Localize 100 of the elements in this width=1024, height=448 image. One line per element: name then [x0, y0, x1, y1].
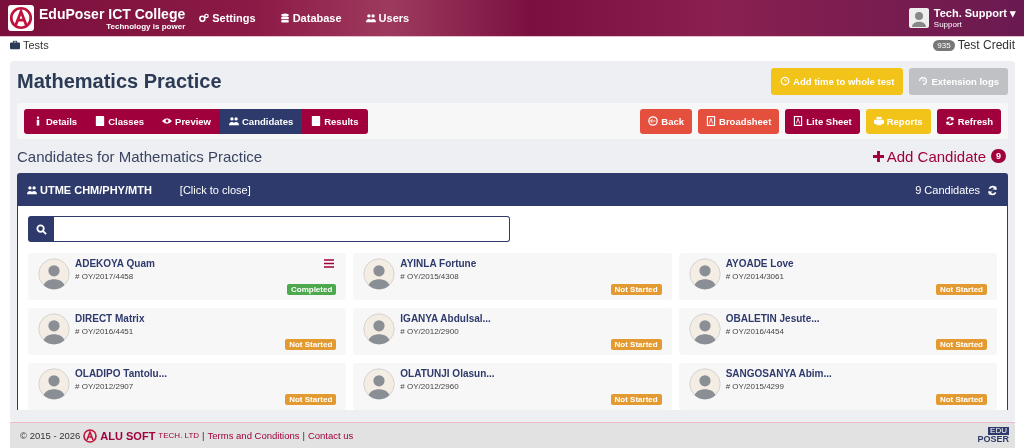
status-badge: Not Started	[935, 394, 987, 405]
avatar-icon	[363, 313, 396, 345]
candidate-card[interactable]: OBALETIN Jesute... # OY/2016/4454 Not Started	[678, 308, 997, 355]
candidate-name: DIRECT Matrix	[75, 313, 146, 324]
candidate-id: # OY/2012/2960	[400, 382, 460, 391]
avatar-icon	[38, 313, 70, 345]
logo-bottom-text: POSER	[977, 435, 1009, 444]
section-title: Candidates for Mathematics Practice	[17, 147, 263, 165]
candidate-id: # OY/2012/2900	[400, 327, 460, 336]
credit-label: Test Credit	[957, 38, 1015, 52]
candidate-card[interactable]: AYOADE Love # OY/2014/3061 Not Started	[678, 253, 997, 300]
gears-icon	[199, 13, 210, 23]
status-badge: Not Started	[610, 339, 662, 350]
eye-icon	[162, 116, 173, 126]
database-icon	[279, 13, 290, 23]
avatar-icon	[688, 368, 721, 400]
candidate-id: # OY/2015/4299	[725, 382, 785, 391]
candidate-card[interactable]: OLADIPO Tantolu... # OY/2012/2907 Not Started	[28, 363, 347, 410]
copyright-text: © 2015 - 2026	[20, 430, 81, 441]
brand-tagline: Technology is power	[106, 21, 186, 31]
status-badge: Not Started	[935, 339, 987, 350]
action-button[interactable]: Lite Sheet	[785, 108, 860, 134]
action-button[interactable]: Refresh	[936, 108, 1001, 134]
status-badge: Not Started	[610, 394, 662, 405]
action-button[interactable]: Broadsheet	[698, 108, 780, 134]
printer-icon	[873, 116, 884, 126]
status-badge: Not Started	[610, 284, 662, 295]
credit-count: 935	[933, 39, 955, 51]
candidate-card[interactable]: IGANYA Abdulsal... # OY/2012/2900 Not Started	[353, 308, 672, 355]
search-icon	[35, 223, 47, 235]
search-field[interactable]	[54, 216, 510, 242]
close-group-link[interactable]: [Click to close]	[179, 184, 251, 196]
nav-link[interactable]: Database	[279, 12, 342, 24]
candidate-name: ADEKOYA Quam	[75, 258, 156, 269]
back-arrow-icon	[648, 116, 659, 126]
tab[interactable]: Candidates	[220, 108, 303, 134]
status-badge: Completed	[287, 284, 337, 295]
avatar-icon	[688, 258, 721, 290]
tab[interactable]: Details	[24, 108, 87, 134]
candidate-id: # OY/2016/4451	[75, 327, 135, 336]
plus-icon	[872, 150, 884, 162]
candidate-name: IGANYA Abdulsal...	[400, 313, 492, 324]
avatar-icon	[38, 368, 70, 400]
avatar-icon	[363, 368, 396, 400]
candidate-count-badge: 9	[991, 149, 1006, 163]
menu-icon[interactable]	[324, 259, 335, 268]
search-button[interactable]	[28, 216, 54, 242]
nav-link[interactable]: Settings	[199, 12, 256, 24]
company-suffix: TECH. LTD	[158, 431, 200, 440]
separator-text: |	[302, 430, 305, 441]
logo-top-text: EDU	[988, 427, 1009, 435]
brand-name: EduPoser ICT College	[39, 5, 186, 22]
briefcase-icon	[10, 40, 20, 50]
document-icon	[706, 116, 717, 126]
user-avatar-icon	[908, 8, 929, 28]
group-name: UTME CHM/PHY/MTH	[27, 184, 152, 196]
candidate-id: # OY/2017/4458	[75, 272, 135, 281]
tab[interactable]: Classes	[86, 108, 154, 134]
clock-icon	[780, 76, 791, 86]
separator-text: |	[202, 430, 205, 441]
candidate-name: OLATUNJI Olasun...	[400, 368, 496, 379]
candidate-name: OLADIPO Tantolu...	[75, 368, 169, 379]
candidate-id: # OY/2012/2907	[75, 382, 135, 391]
candidate-name: SANGOSANYA Abim...	[725, 368, 833, 379]
group-count: 9 Candidates	[915, 184, 980, 196]
refresh-icon	[944, 116, 955, 126]
company-logo-icon	[83, 428, 98, 443]
page-title: Mathematics Practice	[17, 69, 222, 93]
candidate-card[interactable]: SANGOSANYA Abim... # OY/2015/4299 Not Started	[678, 363, 997, 410]
candidate-name: AYINLA Fortune	[400, 258, 478, 269]
avatar-icon	[363, 258, 396, 290]
breadcrumb-link[interactable]: Tests	[10, 39, 49, 51]
refresh-icon[interactable]	[987, 184, 998, 196]
history-icon	[918, 76, 929, 86]
candidate-id: # OY/2015/4308	[400, 272, 460, 281]
candidate-name: AYOADE Love	[725, 258, 795, 269]
candidate-card[interactable]: DIRECT Matrix # OY/2016/4451 Not Started	[28, 308, 347, 355]
add-candidate-link[interactable]: Add Candidate	[872, 147, 986, 165]
document-icon	[793, 116, 804, 126]
candidate-id: # OY/2014/3061	[725, 272, 785, 281]
tab[interactable]: Results	[302, 108, 368, 134]
action-button[interactable]: Back	[640, 108, 693, 134]
users-icon	[27, 185, 37, 195]
candidate-name: OBALETIN Jesute...	[725, 313, 821, 324]
status-badge: Not Started	[285, 339, 337, 350]
tab[interactable]: Preview	[153, 108, 220, 134]
nav-link[interactable]: Users	[365, 12, 410, 24]
avatar-icon	[38, 258, 70, 290]
footer-link[interactable]: Contact us	[307, 430, 354, 441]
avatar-icon	[688, 313, 721, 345]
footer-link[interactable]: Terms and Conditions	[207, 430, 300, 441]
users-icon	[365, 13, 376, 23]
users-icon	[229, 116, 239, 126]
logo-icon	[8, 5, 34, 31]
candidate-card[interactable]: ADEKOYA Quam # OY/2017/4458 Completed	[28, 253, 347, 300]
candidate-id: # OY/2016/4454	[725, 327, 785, 336]
company-name: ALU SOFT	[100, 429, 156, 442]
candidate-card[interactable]: AYINLA Fortune # OY/2015/4308 Not Started	[353, 253, 672, 300]
candidate-card[interactable]: OLATUNJI Olasun... # OY/2012/2960 Not Started	[353, 363, 672, 410]
user-menu[interactable]: Tech. Support ▾	[933, 7, 1016, 20]
